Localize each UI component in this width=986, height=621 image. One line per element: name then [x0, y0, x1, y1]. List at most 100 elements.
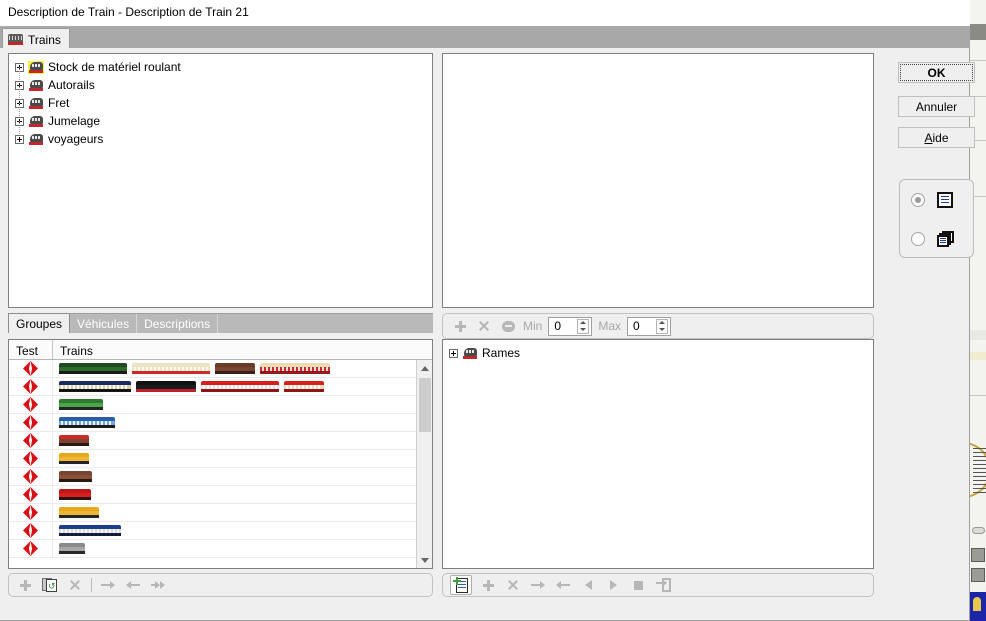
train-description-dialog: Description de Train - Description de Tr…: [0, 0, 975, 621]
triangle-right-icon[interactable]: [604, 576, 622, 594]
add-icon[interactable]: [451, 317, 469, 335]
close-icon[interactable]: [475, 317, 493, 335]
bg-strip: [969, 352, 986, 360]
tree-item-label: Jumelage: [48, 114, 101, 128]
sub-tab-descriptions[interactable]: Descriptions: [137, 314, 219, 333]
copy-refresh-icon[interactable]: ↺: [41, 576, 59, 594]
rames-tree[interactable]: Rames: [443, 340, 873, 362]
export-icon[interactable]: [654, 576, 672, 594]
square-icon[interactable]: [629, 576, 647, 594]
test-status-cell[interactable]: [9, 539, 53, 558]
test-status-cell[interactable]: [9, 395, 53, 414]
cancel-button-label: Annuler: [915, 99, 958, 114]
list-add-icon[interactable]: [450, 575, 472, 595]
view-mode-list-row[interactable]: [900, 180, 973, 219]
arrow-right-icon[interactable]: [99, 576, 117, 594]
min-value: 0: [554, 319, 562, 333]
min-stepper-arrows[interactable]: [577, 318, 590, 334]
tree-item-label: voyageurs: [48, 132, 104, 146]
arrow-left-icon[interactable]: [124, 576, 142, 594]
vehicle-image: [59, 381, 131, 392]
sub-tab-groupes[interactable]: Groupes: [8, 313, 71, 333]
vehicle-image: [59, 471, 92, 482]
table-row[interactable]: [9, 467, 417, 486]
min-stepper[interactable]: 0: [548, 316, 593, 336]
table-row[interactable]: [9, 377, 417, 396]
tree-item-voyageurs[interactable]: voyageurs: [15, 121, 432, 148]
test-status-cell[interactable]: [9, 485, 53, 504]
trains-list-body[interactable]: [9, 359, 417, 568]
table-row[interactable]: [9, 521, 417, 540]
train-detail-panel[interactable]: [442, 53, 874, 308]
table-row[interactable]: [9, 503, 417, 522]
train-composition-cell: [53, 417, 115, 428]
tree-item-stock-de-mat-riel-roulant[interactable]: Stock de matériel roulant: [15, 58, 432, 76]
test-status-cell[interactable]: [9, 431, 53, 450]
column-header-trains[interactable]: Trains: [53, 340, 432, 359]
test-status-cell[interactable]: [9, 521, 53, 540]
close-icon[interactable]: [66, 576, 84, 594]
table-row[interactable]: [9, 395, 417, 414]
table-row[interactable]: [9, 359, 417, 378]
radio-stack-view[interactable]: [911, 231, 925, 246]
vehicle-image: [59, 453, 89, 464]
test-status-cell[interactable]: [9, 503, 53, 522]
tree-item-label: Rames: [482, 346, 521, 360]
test-diamond-icon: [23, 433, 38, 448]
tree-item-fret[interactable]: Fret: [15, 85, 432, 112]
table-row[interactable]: [9, 413, 417, 432]
help-button[interactable]: Aide: [898, 127, 975, 148]
document-list-icon: [937, 191, 953, 208]
trains-list-scrollbar[interactable]: [416, 360, 432, 568]
table-row[interactable]: [9, 539, 417, 558]
test-status-cell[interactable]: [9, 449, 53, 468]
scroll-down-button[interactable]: [417, 552, 432, 568]
table-row[interactable]: [9, 449, 417, 468]
tree-item-rames[interactable]: Rames: [449, 344, 873, 362]
rames-tree-panel: Rames: [442, 339, 874, 569]
tab-trains[interactable]: Trains: [2, 28, 70, 48]
tree-item-jumelage[interactable]: Jumelage: [15, 103, 432, 130]
arrow-right-icon[interactable]: [529, 576, 547, 594]
scroll-up-button[interactable]: [417, 360, 432, 376]
plus-icon[interactable]: [479, 576, 497, 594]
close-icon[interactable]: [504, 576, 522, 594]
train-composition-cell: [53, 453, 89, 464]
view-mode-stack-row[interactable]: [900, 219, 973, 258]
test-diamond-icon: [23, 469, 38, 484]
chevron-up-icon: [420, 365, 429, 371]
tree-item-label: Stock de matériel roulant: [48, 60, 181, 74]
vehicle-image: [59, 507, 99, 518]
radio-list-view[interactable]: [911, 192, 925, 207]
vehicle-image: [284, 381, 324, 392]
remove-icon[interactable]: [499, 317, 517, 335]
triangle-left-icon[interactable]: [579, 576, 597, 594]
test-diamond-icon: [23, 523, 38, 538]
double-arrow-right-icon[interactable]: [149, 576, 167, 594]
rolling-stock-icon: [28, 60, 44, 74]
column-header-test[interactable]: Test: [9, 340, 53, 359]
max-stepper-arrows[interactable]: [656, 318, 669, 334]
scrollbar-thumb[interactable]: [419, 378, 431, 432]
vehicle-image: [201, 381, 279, 392]
vehicle-image: [59, 399, 103, 410]
test-status-cell[interactable]: [9, 413, 53, 432]
tree-item-autorails[interactable]: Autorails: [15, 67, 432, 94]
test-status-cell[interactable]: [9, 359, 53, 378]
sub-tab-v-hicules[interactable]: Véhicules: [70, 314, 138, 333]
plus-icon[interactable]: [16, 576, 34, 594]
table-row[interactable]: [9, 431, 417, 450]
bg-slider-thumb: [972, 527, 985, 534]
test-status-cell[interactable]: [9, 467, 53, 486]
expand-icon[interactable]: [15, 134, 24, 144]
train-composition-cell: [53, 471, 92, 482]
bg-strip: [969, 330, 986, 340]
table-row[interactable]: [9, 485, 417, 504]
arrow-left-icon[interactable]: [554, 576, 572, 594]
expand-icon[interactable]: [449, 348, 458, 358]
test-status-cell[interactable]: [9, 377, 53, 396]
cancel-button[interactable]: Annuler: [898, 96, 975, 117]
train-groups-tree[interactable]: Stock de matériel roulant Autorails Fret Ju…: [9, 54, 432, 148]
max-stepper[interactable]: 0: [627, 316, 672, 336]
ok-button[interactable]: OK: [898, 62, 975, 83]
